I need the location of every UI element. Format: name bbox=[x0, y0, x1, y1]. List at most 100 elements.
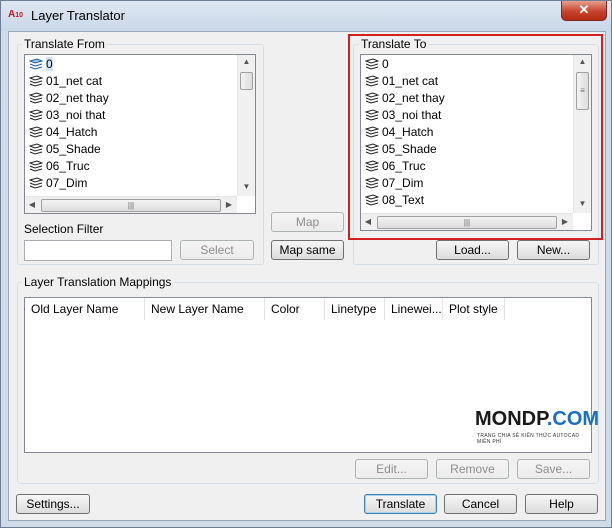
layer-list-item[interactable]: 02_net thay bbox=[364, 90, 445, 107]
layer-icon bbox=[28, 109, 44, 121]
layer-icon bbox=[364, 58, 380, 70]
scroll-right-arrow-icon[interactable]: ▶ bbox=[560, 217, 570, 226]
watermark-domain-text: .COM bbox=[546, 408, 600, 430]
column-header[interactable]: Old Layer Name bbox=[25, 298, 145, 320]
layer-icon bbox=[28, 75, 44, 87]
translate-to-list[interactable]: 0 01_net cat 02_net thay 03_noi that 04_Hatc… bbox=[360, 54, 592, 231]
column-header[interactable]: Linewei... bbox=[385, 298, 443, 320]
layer-list-item[interactable]: 07_Dim bbox=[28, 175, 88, 192]
scroll-thumb[interactable] bbox=[240, 72, 253, 90]
layer-icon bbox=[28, 177, 44, 189]
layer-list-item[interactable]: 03_noi that bbox=[364, 107, 442, 124]
layer-list-item[interactable]: 06_Truc bbox=[364, 158, 426, 175]
translate-from-title: Translate From bbox=[22, 37, 107, 51]
map-button[interactable]: Map bbox=[271, 212, 344, 232]
load-button[interactable]: Load... bbox=[436, 240, 509, 260]
layer-name: 07_Dim bbox=[382, 176, 424, 190]
layer-name: 04_Hatch bbox=[46, 125, 98, 139]
scroll-thumb-horizontal[interactable]: ||| bbox=[41, 199, 221, 212]
layer-name: 02_net thay bbox=[46, 91, 109, 105]
translate-from-vscroll[interactable]: ▲ ▼ bbox=[237, 55, 255, 196]
dialog-client-area: Translate From 0 01_net cat 02_net thay 03_… bbox=[8, 31, 606, 521]
layer-name: 01_net cat bbox=[46, 74, 103, 88]
layer-list-item[interactable]: 01_net cat bbox=[28, 73, 103, 90]
translate-to-vscroll[interactable]: ▲ ≡ ▼ bbox=[573, 55, 591, 213]
scroll-left-arrow-icon[interactable]: ◀ bbox=[27, 200, 37, 209]
column-header[interactable]: Color bbox=[265, 298, 325, 320]
scroll-thumb[interactable]: ≡ bbox=[576, 72, 589, 110]
translate-button[interactable]: Translate bbox=[364, 494, 437, 514]
layer-icon bbox=[364, 177, 380, 189]
layer-name: 06_Truc bbox=[46, 159, 90, 173]
layer-name: 08_Text bbox=[382, 193, 425, 207]
column-header[interactable]: Linetype bbox=[325, 298, 385, 320]
layer-icon bbox=[364, 194, 380, 206]
layer-name: 0 bbox=[382, 57, 389, 71]
watermark-tagline: TRANG CHIA SẺ KIẾN THỨC AUTOCAD MIỄN PHÍ bbox=[477, 433, 580, 445]
layer-list-item[interactable]: 05_Shade bbox=[28, 141, 101, 158]
translate-from-hscroll[interactable]: ◀ ||| ▶ bbox=[25, 196, 237, 213]
scroll-up-arrow-icon[interactable]: ▲ bbox=[574, 57, 591, 66]
layer-list-item[interactable]: 05_Shade bbox=[364, 141, 437, 158]
watermark-brand-text: MONDP bbox=[475, 408, 547, 430]
settings-button[interactable]: Settings... bbox=[16, 494, 90, 514]
layer-name: 05_Shade bbox=[46, 142, 101, 156]
layer-list-item[interactable]: 02_net thay bbox=[28, 90, 109, 107]
layer-name: 02_net thay bbox=[382, 91, 445, 105]
layer-translator-window: A10 Layer Translator ✕ Translate From 00… bbox=[0, 0, 612, 528]
cancel-button[interactable]: Cancel bbox=[444, 494, 517, 514]
mappings-table[interactable]: Old Layer Name New Layer Name Color Linetyp… bbox=[24, 297, 599, 453]
layer-list-item[interactable]: 03_noi that bbox=[28, 107, 106, 124]
layer-icon bbox=[28, 58, 44, 70]
scroll-left-arrow-icon[interactable]: ◀ bbox=[363, 217, 373, 226]
window-title: Layer Translator bbox=[31, 8, 125, 23]
layer-list-item[interactable]: 0 bbox=[28, 56, 53, 73]
column-header[interactable]: New Layer Name bbox=[145, 298, 265, 320]
watermark-brand: MONDP.COM bbox=[475, 408, 599, 431]
close-button[interactable]: ✕ bbox=[561, 1, 607, 21]
layer-icon bbox=[28, 143, 44, 155]
save-button[interactable]: Save... bbox=[517, 459, 590, 479]
scroll-right-arrow-icon[interactable]: ▶ bbox=[224, 200, 234, 209]
layer-name: 05_Shade bbox=[382, 142, 437, 156]
layer-name: 03_noi that bbox=[46, 108, 106, 122]
selection-filter-input[interactable] bbox=[24, 240, 172, 261]
map-same-button[interactable]: Map same bbox=[271, 240, 344, 260]
layer-icon bbox=[364, 126, 380, 138]
scroll-thumb-horizontal[interactable]: ||| bbox=[377, 216, 557, 229]
layer-list-item[interactable]: 08_Text bbox=[364, 192, 425, 209]
layer-list-item[interactable]: 07_Dim bbox=[364, 175, 424, 192]
scroll-down-arrow-icon[interactable]: ▼ bbox=[238, 182, 255, 191]
title-bar[interactable]: A10 Layer Translator ✕ bbox=[1, 1, 611, 31]
selection-filter-label: Selection Filter bbox=[24, 222, 104, 236]
layer-icon bbox=[364, 109, 380, 121]
layer-list-item[interactable]: 01_net cat bbox=[364, 73, 439, 90]
layer-icon bbox=[364, 92, 380, 104]
layer-name: 04_Hatch bbox=[382, 125, 434, 139]
layer-list-item[interactable]: 04_Hatch bbox=[364, 124, 434, 141]
layer-name: 03_noi that bbox=[382, 108, 442, 122]
scroll-down-arrow-icon[interactable]: ▼ bbox=[574, 199, 591, 208]
layer-name: 07_Dim bbox=[46, 176, 88, 190]
layer-icon bbox=[28, 160, 44, 172]
mappings-title: Layer Translation Mappings bbox=[22, 275, 174, 289]
layer-icon bbox=[28, 92, 44, 104]
layer-name: 0 bbox=[46, 57, 53, 71]
layer-icon bbox=[364, 75, 380, 87]
select-button[interactable]: Select bbox=[180, 240, 254, 260]
layer-name: 01_net cat bbox=[382, 74, 439, 88]
layer-list-item[interactable]: 04_Hatch bbox=[28, 124, 98, 141]
column-header[interactable]: Plot style bbox=[443, 298, 505, 320]
layer-icon bbox=[28, 126, 44, 138]
remove-button[interactable]: Remove bbox=[436, 459, 509, 479]
translate-from-list[interactable]: 0 01_net cat 02_net thay 03_noi that 04_Hatc… bbox=[24, 54, 256, 214]
new-button[interactable]: New... bbox=[517, 240, 590, 260]
translate-to-title: Translate To bbox=[359, 37, 429, 51]
translate-to-hscroll[interactable]: ◀ ||| ▶ bbox=[361, 213, 573, 230]
layer-icon bbox=[364, 160, 380, 172]
help-button[interactable]: Help bbox=[525, 494, 598, 514]
scroll-up-arrow-icon[interactable]: ▲ bbox=[238, 57, 255, 66]
layer-list-item[interactable]: 0 bbox=[364, 56, 389, 73]
edit-button[interactable]: Edit... bbox=[355, 459, 428, 479]
layer-list-item[interactable]: 06_Truc bbox=[28, 158, 90, 175]
